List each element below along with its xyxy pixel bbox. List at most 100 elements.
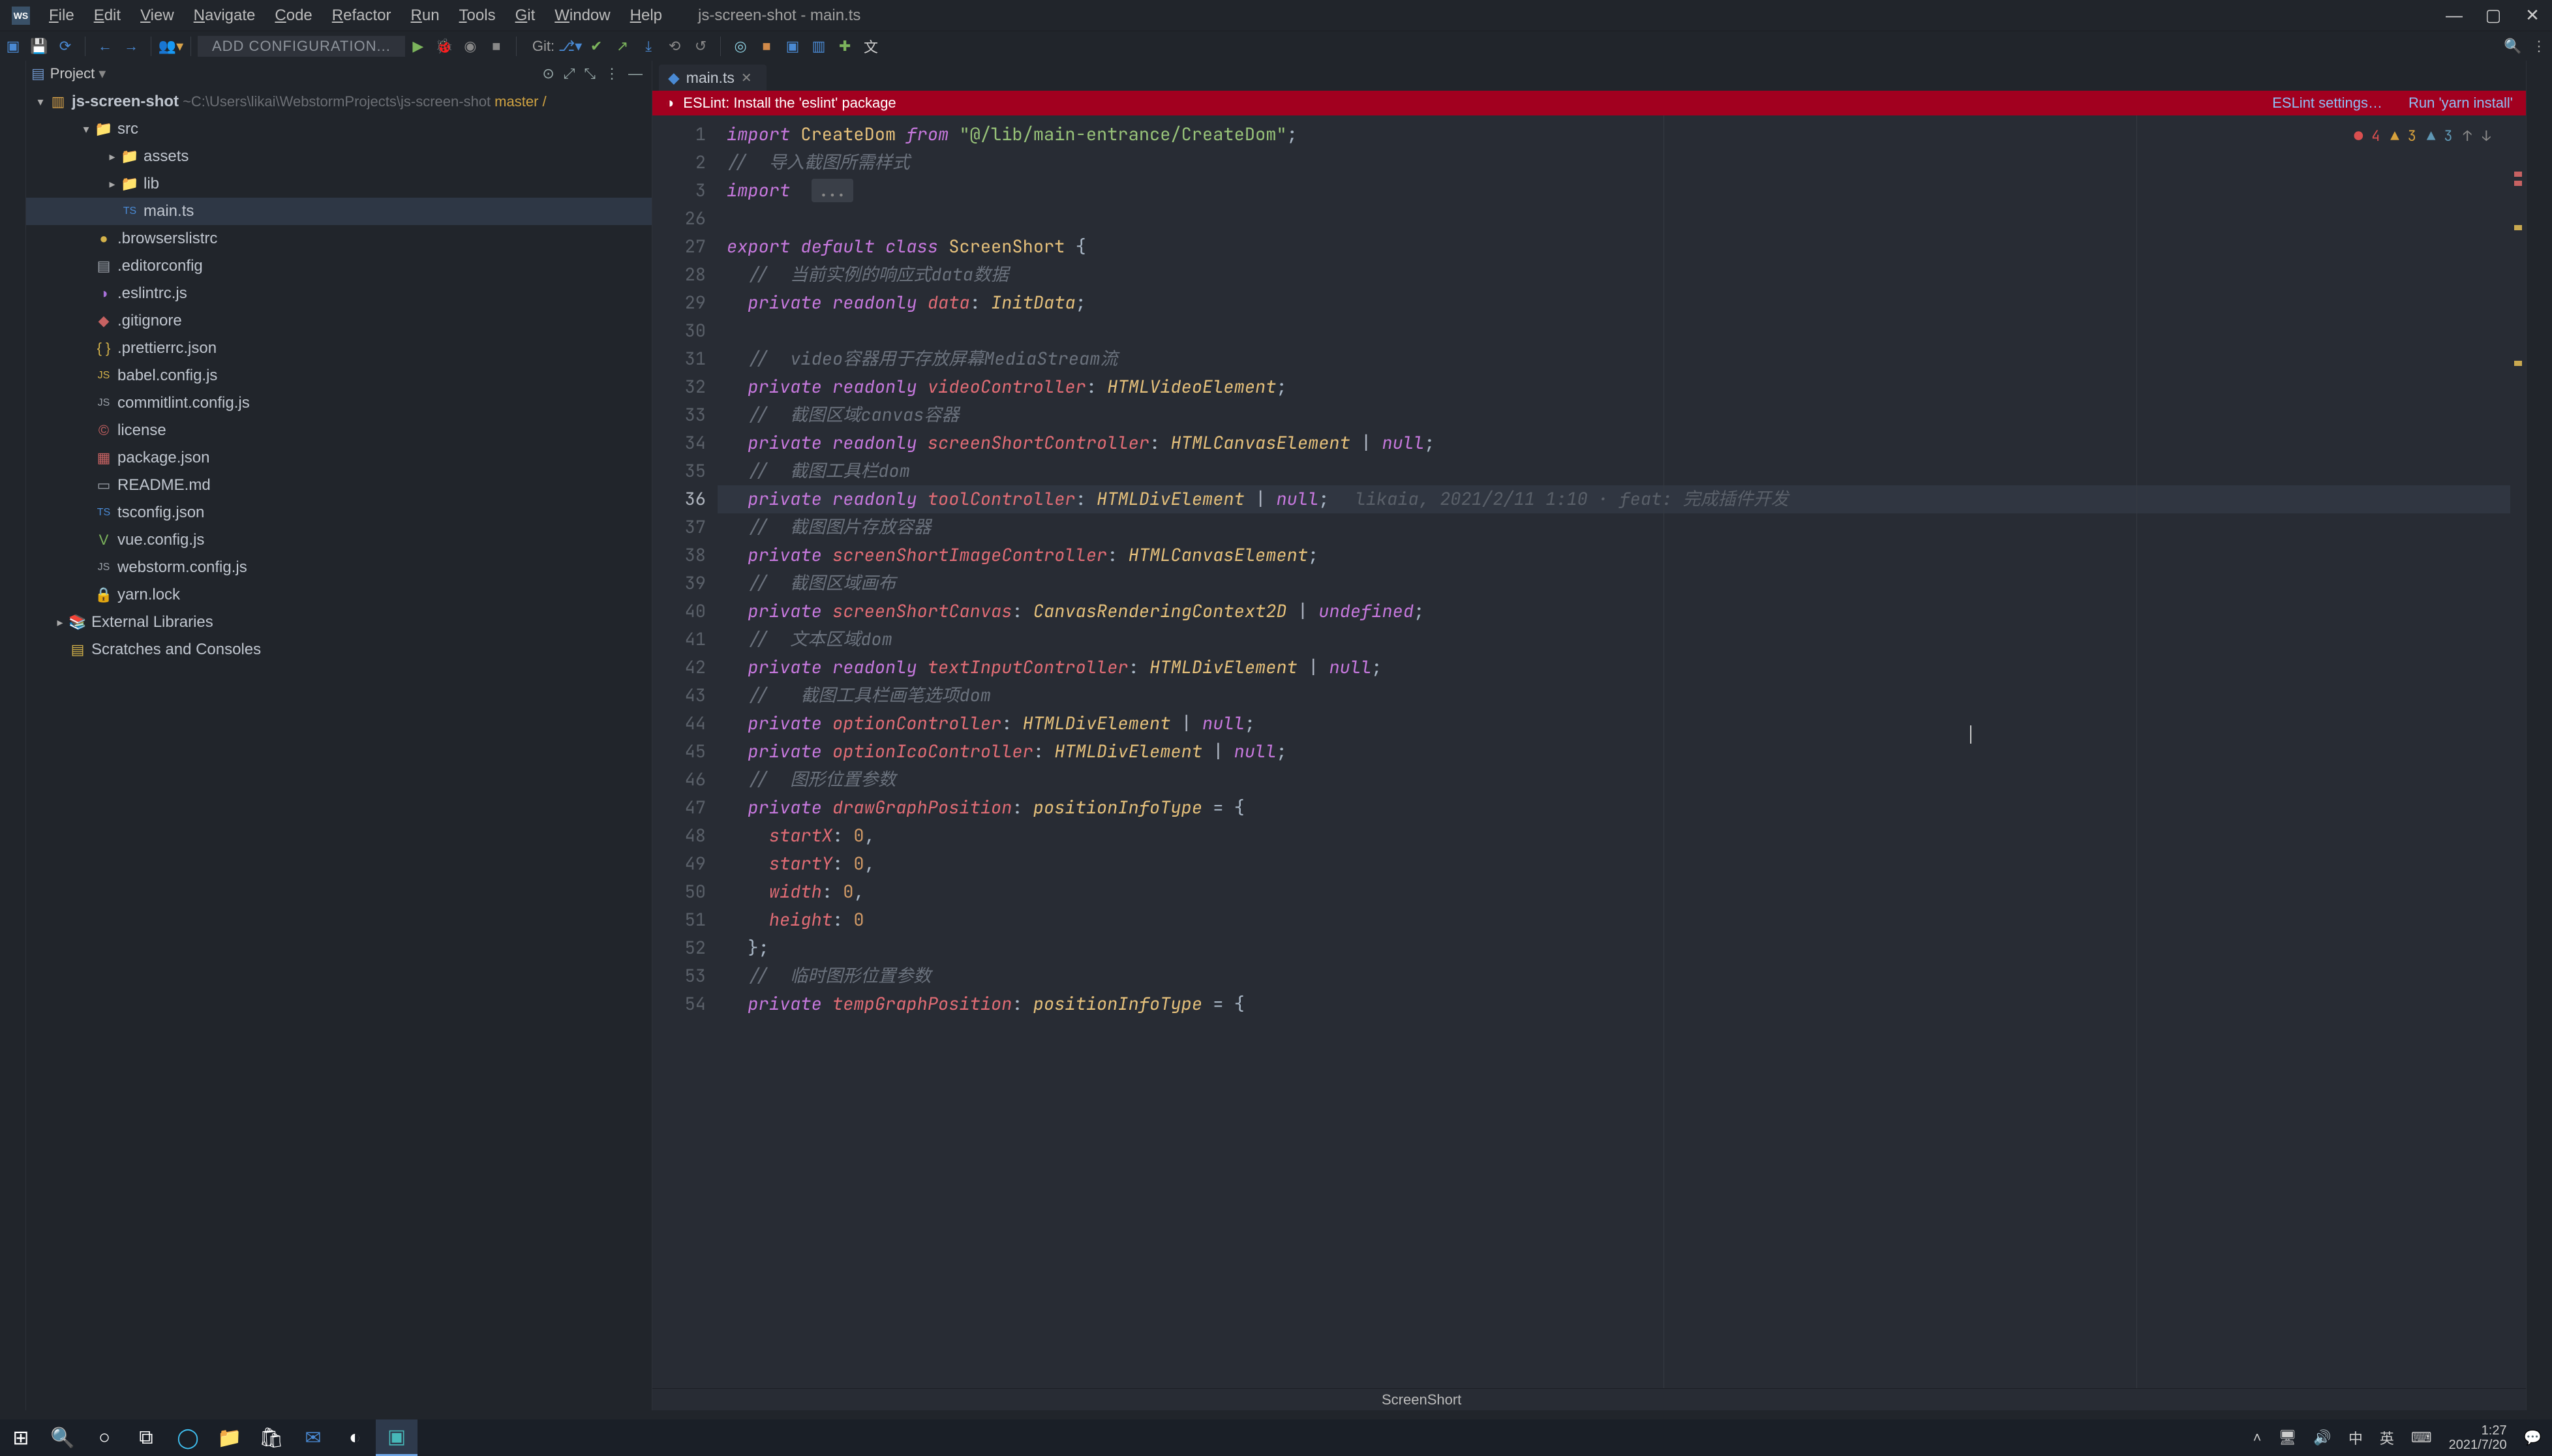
tree-item-yarn-lock[interactable]: 🔒yarn.lock [26, 581, 652, 609]
nav-forward-icon[interactable]: → [118, 38, 144, 55]
code-line-38[interactable]: private screenShortImageController: HTML… [718, 541, 2510, 569]
panel-collapse-icon[interactable]: ⤡ [584, 65, 596, 82]
editor-scrollbar[interactable] [2510, 115, 2526, 1388]
menu-tools[interactable]: Tools [449, 7, 506, 25]
menu-view[interactable]: View [130, 7, 184, 25]
warning-count-icon[interactable]: ▲ 3 [2390, 122, 2416, 150]
store-icon[interactable]: 🛍 [251, 1419, 292, 1456]
code-line-1[interactable]: import CreateDom from "@/lib/main-entran… [718, 121, 2510, 149]
tree-item--prettierrc-json[interactable]: { }.prettierrc.json [26, 335, 652, 362]
menu-file[interactable]: File [39, 7, 84, 25]
tree-item--gitignore[interactable]: ◆.gitignore [26, 307, 652, 335]
code-line-41[interactable]: // 文本区域dom [718, 626, 2510, 654]
ime-lang-indicator[interactable]: 中 [2348, 1427, 2363, 1448]
tb-ext4-icon[interactable]: ▥ [806, 38, 832, 55]
menu-code[interactable]: Code [265, 7, 322, 25]
editor-tab-main[interactable]: ◆ main.ts ✕ [659, 65, 767, 91]
code-with-me-icon[interactable]: 👥▾ [158, 38, 184, 55]
sync-icon[interactable]: ⟳ [52, 38, 78, 55]
tray-keyboard-icon[interactable]: ⌨ [2411, 1429, 2432, 1446]
coverage-icon[interactable]: ◉ [457, 38, 483, 55]
tray-chevron-icon[interactable]: ˄ [2253, 1429, 2262, 1446]
close-tab-icon[interactable]: ✕ [741, 70, 752, 86]
code-line-35[interactable]: // 截图工具栏dom [718, 457, 2510, 485]
git-push-icon[interactable]: ↗ [609, 38, 635, 55]
tree-item--eslintrc-js[interactable]: ◑.eslintrc.js [26, 280, 652, 307]
tray-volume-icon[interactable]: 🔊 [2313, 1429, 2331, 1446]
webstorm-taskbar-icon[interactable]: ▣ [376, 1419, 418, 1456]
tree-item-scratches-and-consoles[interactable]: ▤Scratches and Consoles [26, 636, 652, 663]
search-everywhere-icon[interactable]: 🔍 [2500, 38, 2526, 55]
code-line-36[interactable]: private readonly toolController: HTMLDiv… [718, 485, 2510, 513]
code-line-43[interactable]: // 截图工具栏画笔选项dom [718, 682, 2510, 710]
tb-ext1-icon[interactable]: ◎ [727, 38, 753, 55]
code-line-39[interactable]: // 截图区域画布 [718, 569, 2510, 598]
code-line-33[interactable]: // 截图区域canvas容器 [718, 401, 2510, 429]
run-yarn-install-link[interactable]: Run 'yarn install' [2408, 95, 2513, 112]
panel-expand-icon[interactable]: ⤢ [564, 65, 575, 82]
tree-item-package-json[interactable]: ▦package.json [26, 444, 652, 472]
chrome-icon[interactable]: ◐ [334, 1419, 376, 1456]
code-line-51[interactable]: height: 0 [718, 906, 2510, 934]
tb-ext3-icon[interactable]: ▣ [780, 38, 806, 55]
tb-ext6-icon[interactable]: 文 [858, 36, 884, 57]
code-line-53[interactable]: // 临时图形位置参数 [718, 962, 2510, 990]
nav-down-icon[interactable]: ↓ [2482, 122, 2491, 150]
stop-icon[interactable]: ■ [483, 38, 509, 55]
code-line-3[interactable]: import ... [718, 177, 2510, 205]
menu-navigate[interactable]: Navigate [184, 7, 266, 25]
system-clock[interactable]: 1:27 2021/7/20 [2449, 1423, 2507, 1452]
window-close-button[interactable]: ✕ [2513, 5, 2552, 25]
code-line-48[interactable]: startX: 0, [718, 822, 2510, 850]
menu-git[interactable]: Git [506, 7, 545, 25]
menu-edit[interactable]: Edit [84, 7, 130, 25]
mail-icon[interactable]: ✉ [292, 1419, 334, 1456]
code-line-37[interactable]: // 截图图片存放容器 [718, 513, 2510, 541]
search-button[interactable]: 🔍 [42, 1419, 84, 1456]
weak-warning-count-icon[interactable]: ▲ 3 [2427, 122, 2453, 150]
editor-content[interactable]: ● 4 ▲ 3 ▲ 3 ↑ ↓ import CreateDom from "@… [718, 115, 2510, 1388]
code-line-47[interactable]: private drawGraphPosition: positionInfoT… [718, 794, 2510, 822]
tree-item-babel-config-js[interactable]: JSbabel.config.js [26, 362, 652, 389]
menu-refactor[interactable]: Refactor [322, 7, 401, 25]
explorer-icon[interactable]: 📁 [209, 1419, 251, 1456]
debug-icon[interactable]: 🐞 [431, 38, 457, 55]
menu-run[interactable]: Run [401, 7, 449, 25]
breadcrumb-item[interactable]: ScreenShort [1382, 1391, 1461, 1408]
editor-gutter[interactable]: 1232627282930313233343536373839404142434… [652, 115, 718, 1388]
open-icon[interactable]: ▣ [0, 38, 26, 55]
code-line-40[interactable]: private screenShortCanvas: CanvasRenderi… [718, 598, 2510, 626]
menu-window[interactable]: Window [545, 7, 620, 25]
code-line-30[interactable] [718, 317, 2510, 345]
window-minimize-button[interactable]: — [2435, 5, 2474, 25]
ime-mode-indicator[interactable]: 英 [2380, 1427, 2394, 1448]
tree-item-webstorm-config-js[interactable]: JSwebstorm.config.js [26, 554, 652, 581]
tree-item-assets[interactable]: ▸📁assets [26, 143, 652, 170]
code-line-54[interactable]: private tempGraphPosition: positionInfoT… [718, 990, 2510, 1018]
git-commit-icon[interactable]: ✔ [583, 38, 609, 55]
git-rollback-icon[interactable]: ↺ [688, 38, 714, 55]
window-maximize-button[interactable]: ▢ [2474, 5, 2513, 25]
tree-item-src[interactable]: ▾📁src [26, 115, 652, 143]
code-line-45[interactable]: private optionIcoController: HTMLDivElem… [718, 738, 2510, 766]
code-line-2[interactable]: // 导入截图所需样式 [718, 149, 2510, 177]
tree-item-main-ts[interactable]: TSmain.ts [26, 198, 652, 225]
git-branch-icon[interactable]: ⎇▾ [557, 38, 583, 55]
panel-hide-icon[interactable]: — [628, 65, 643, 82]
eslint-settings-link[interactable]: ESLint settings… [2272, 95, 2382, 112]
tree-item-external-libraries[interactable]: ▸📚External Libraries [26, 609, 652, 636]
breadcrumb-bar[interactable]: ScreenShort [652, 1388, 2526, 1410]
code-line-42[interactable]: private readonly textInputController: HT… [718, 654, 2510, 682]
cortana-icon[interactable]: ○ [84, 1419, 125, 1456]
menu-help[interactable]: Help [620, 7, 672, 25]
tree-item--editorconfig[interactable]: ▤.editorconfig [26, 252, 652, 280]
project-tree[interactable]: ▾ ▥ js-screen-shot ~C:\Users\likai\Webst… [26, 87, 652, 1410]
code-line-32[interactable]: private readonly videoController: HTMLVi… [718, 373, 2510, 401]
nav-up-icon[interactable]: ↑ [2463, 122, 2472, 150]
panel-target-icon[interactable]: ⊙ [542, 65, 554, 82]
code-line-50[interactable]: width: 0, [718, 878, 2510, 906]
code-line-31[interactable]: // video容器用于存放屏幕MediaStream流 [718, 345, 2510, 373]
code-line-52[interactable]: }; [718, 934, 2510, 962]
save-icon[interactable]: 💾 [26, 38, 52, 55]
nav-back-icon[interactable]: ← [92, 38, 118, 55]
